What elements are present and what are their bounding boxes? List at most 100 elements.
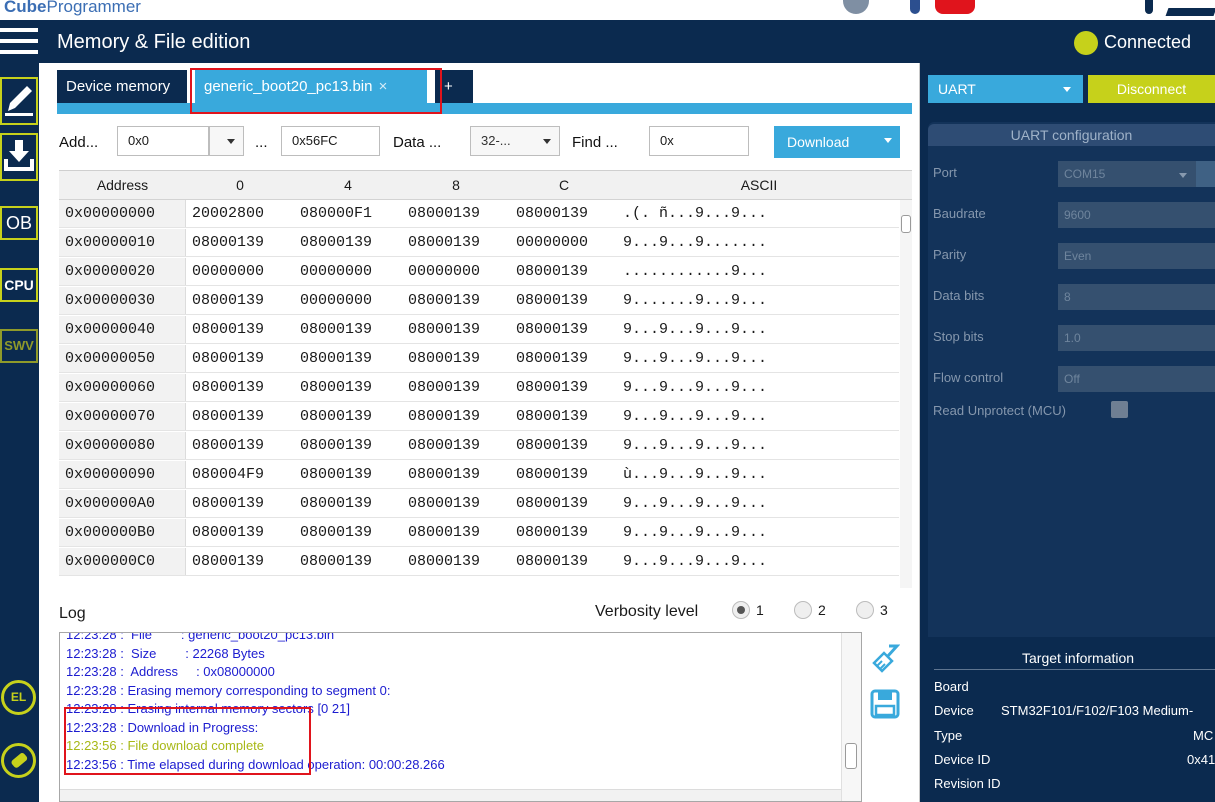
value-cell[interactable]: 00000000 [300,287,372,314]
value-cell[interactable]: 08000139 [408,519,480,546]
size-input[interactable]: 0x56FC [281,126,380,156]
value-cell[interactable]: 00000000 [408,258,480,285]
save-log-icon[interactable] [870,689,900,719]
value-cell[interactable]: 08000139 [516,519,588,546]
facebook-icon[interactable] [910,0,920,14]
value-cell[interactable]: 08000139 [516,287,588,314]
value-cell[interactable]: 00000000 [300,258,372,285]
value-cell[interactable]: 08000139 [408,548,480,575]
config-field[interactable]: Off [1058,366,1215,392]
table-row[interactable]: 0x00000050 08000139 08000139 08000139 080001… [59,345,899,373]
value-cell[interactable]: 08000139 [192,345,264,372]
interface-select[interactable]: UART [928,75,1083,103]
config-field[interactable]: Even [1058,243,1215,269]
value-cell[interactable]: 08000139 [192,519,264,546]
value-cell[interactable]: 08000139 [516,258,588,285]
value-cell[interactable]: 08000139 [408,316,480,343]
value-cell[interactable]: 00000000 [516,229,588,256]
value-cell[interactable]: 08000139 [408,432,480,459]
table-row[interactable]: 0x00000000 20002800 080000F1 08000139 080001… [59,200,899,228]
value-cell[interactable]: 00000000 [192,258,264,285]
value-cell[interactable]: 08000139 [408,345,480,372]
config-field[interactable]: 1.0 [1058,325,1215,351]
table-row[interactable]: 0x00000060 08000139 08000139 08000139 080001… [59,374,899,402]
value-cell[interactable]: 08000139 [300,490,372,517]
value-cell[interactable]: 08000139 [516,490,588,517]
sidebar-item-download[interactable] [0,133,38,181]
config-field[interactable]: 9600 [1058,202,1215,228]
find-input[interactable]: 0x [649,126,749,156]
address-input[interactable]: 0x0 [117,126,209,156]
clear-log-icon[interactable] [870,643,900,673]
value-cell[interactable]: 08000139 [192,316,264,343]
config-field[interactable]: 8 [1058,284,1215,310]
table-row[interactable]: 0x000000A0 08000139 08000139 08000139 080001… [59,490,899,518]
sidebar-item-option-bytes[interactable]: OB [0,206,38,240]
value-cell[interactable]: 08000139 [408,490,480,517]
value-cell[interactable]: 08000139 [516,345,588,372]
value-cell[interactable]: 08000139 [300,432,372,459]
value-cell[interactable]: 08000139 [300,345,372,372]
read-unprotect-checkbox[interactable] [1111,401,1128,418]
scroll-thumb[interactable] [901,215,911,233]
value-cell[interactable]: 08000139 [300,519,372,546]
twitter-icon[interactable] [1145,0,1153,14]
tab-device-memory[interactable]: Device memory [57,70,187,103]
value-cell[interactable]: 08000139 [192,229,264,256]
table-row[interactable]: 0x00000020 00000000 00000000 00000000 080001… [59,258,899,286]
value-cell[interactable]: 08000139 [516,432,588,459]
community-icon[interactable] [843,0,869,14]
verbosity-radio-3[interactable] [856,601,874,619]
sidebar-item-eraser[interactable] [1,743,36,778]
value-cell[interactable]: 08000139 [408,374,480,401]
table-row[interactable]: 0x000000C0 08000139 08000139 08000139 080001… [59,548,899,576]
verbosity-radio-2[interactable] [794,601,812,619]
value-cell[interactable]: 08000139 [192,548,264,575]
value-cell[interactable]: 08000139 [516,200,588,227]
value-cell[interactable]: 08000139 [408,229,480,256]
value-cell[interactable]: 08000139 [192,403,264,430]
value-cell[interactable]: 08000139 [516,374,588,401]
value-cell[interactable]: 08000139 [300,548,372,575]
download-button[interactable]: Download [774,126,900,158]
table-row[interactable]: 0x000000B0 08000139 08000139 08000139 080001… [59,519,899,547]
value-cell[interactable]: 20002800 [192,200,264,227]
value-cell[interactable]: 08000139 [408,200,480,227]
value-cell[interactable]: 08000139 [300,461,372,488]
value-cell[interactable]: 08000139 [300,316,372,343]
table-row[interactable]: 0x00000090 080004F9 08000139 08000139 080001… [59,461,899,489]
verbosity-radio-1[interactable] [732,601,750,619]
value-cell[interactable]: 08000139 [516,548,588,575]
value-cell[interactable]: 08000139 [516,316,588,343]
disconnect-button[interactable]: Disconnect [1088,75,1215,103]
sidebar-item-cpu[interactable]: CPU [0,268,38,302]
value-cell[interactable]: 08000139 [408,461,480,488]
sidebar-item-el[interactable]: EL [1,680,36,715]
address-dropdown[interactable] [209,126,244,156]
value-cell[interactable]: 08000139 [192,374,264,401]
table-row[interactable]: 0x00000070 08000139 08000139 08000139 080001… [59,403,899,431]
refresh-icon[interactable] [1196,161,1215,187]
table-scrollbar[interactable] [900,200,912,588]
sidebar-item-swv[interactable]: SWV [0,329,38,363]
value-cell[interactable]: 08000139 [192,490,264,517]
table-row[interactable]: 0x00000010 08000139 08000139 08000139 000000… [59,229,899,257]
youtube-icon[interactable] [935,0,975,14]
value-cell[interactable]: 08000139 [300,403,372,430]
value-cell[interactable]: 08000139 [192,287,264,314]
log-scrollbar[interactable] [841,633,861,801]
value-cell[interactable]: 08000139 [300,374,372,401]
config-field[interactable]: COM15 [1058,161,1215,187]
value-cell[interactable]: 08000139 [516,403,588,430]
value-cell[interactable]: 08000139 [516,461,588,488]
value-cell[interactable]: 08000139 [300,229,372,256]
log-horizontal-scrollbar[interactable] [60,789,841,801]
table-row[interactable]: 0x00000080 08000139 08000139 08000139 080001… [59,432,899,460]
value-cell[interactable]: 08000139 [408,403,480,430]
scroll-thumb[interactable] [845,743,857,769]
sidebar-item-memory-edit[interactable] [0,77,38,125]
value-cell[interactable]: 080004F9 [192,461,264,488]
value-cell[interactable]: 080000F1 [300,200,372,227]
menu-icon[interactable] [0,26,38,56]
table-row[interactable]: 0x00000040 08000139 08000139 08000139 080001… [59,316,899,344]
